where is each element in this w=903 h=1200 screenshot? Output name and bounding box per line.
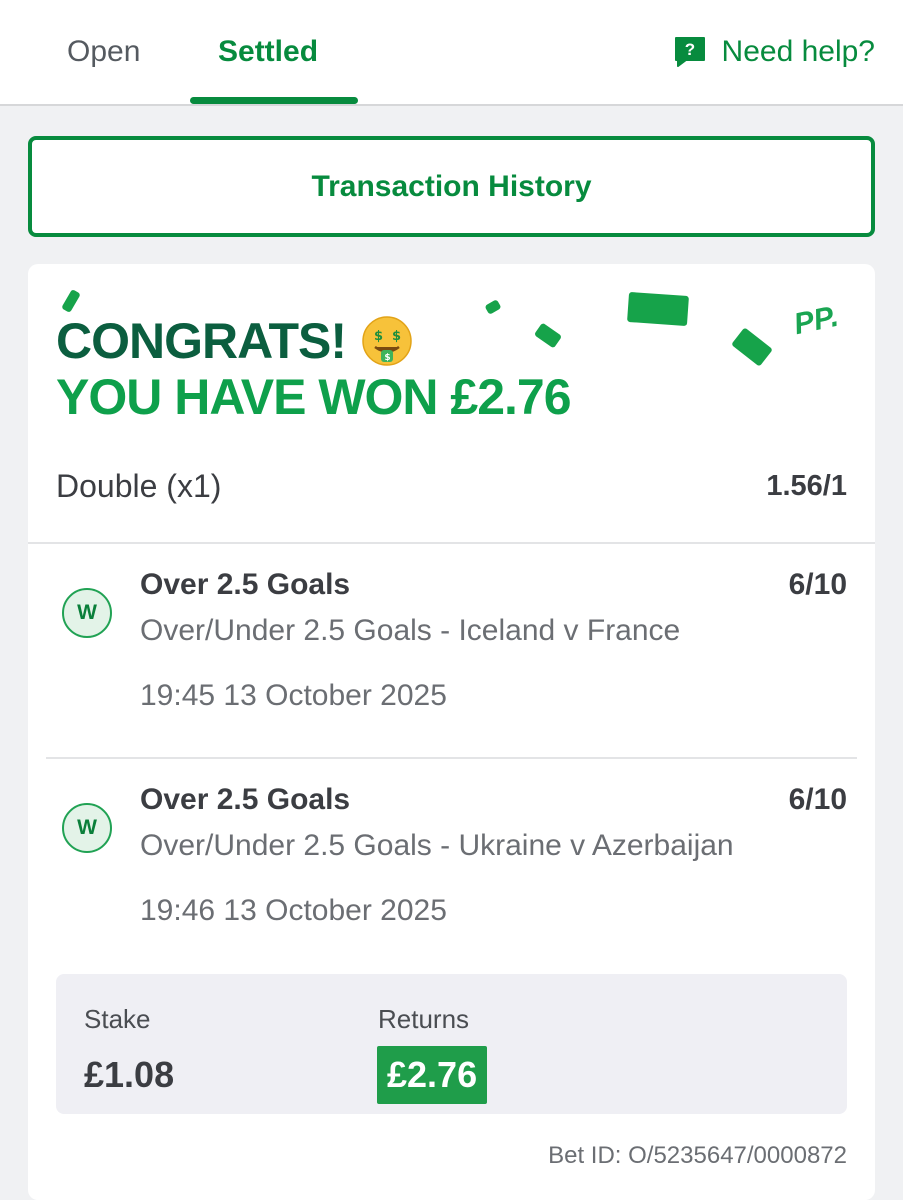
leg-market: Over/Under 2.5 Goals - Ukraine v Azerbai… (140, 829, 734, 862)
leg-odds: 6/10 (788, 783, 847, 816)
bet-leg: W Over 2.5 Goals 6/10 Over/Under 2.5 Goa… (28, 546, 875, 726)
win-status-badge: W (62, 803, 112, 853)
transaction-history-button[interactable]: Transaction History (28, 136, 875, 237)
returns-value: £2.76 (377, 1046, 488, 1104)
tab-open[interactable]: Open (67, 32, 140, 72)
bet-type-label: Double (x1) (56, 467, 222, 504)
money-confetti-icon (533, 322, 563, 349)
leg-odds: 6/10 (788, 568, 847, 601)
bet-card: PP. CONGRATS! $ $ $ YOU HAVE WON £2.76 D… (28, 264, 875, 1200)
top-tab-bar: Open Settled ? Need help? (0, 0, 903, 106)
svg-text:$: $ (384, 353, 390, 363)
money-confetti-icon (484, 299, 502, 315)
stake-label: Stake (84, 1004, 151, 1034)
congrats-text: CONGRATS! (56, 313, 347, 369)
help-chat-icon: ? (672, 34, 708, 70)
divider (46, 757, 857, 759)
win-banner: PP. CONGRATS! $ $ $ YOU HAVE WON £2.76 (28, 264, 875, 434)
leg-selection: Over 2.5 Goals (140, 783, 351, 816)
svg-text:$: $ (392, 329, 401, 344)
money-confetti-icon (731, 327, 773, 367)
bet-summary: Stake Returns £1.08 £2.76 (56, 974, 847, 1114)
bet-odds: 1.56/1 (766, 469, 847, 502)
divider (28, 542, 875, 544)
need-help-label: Need help? (721, 35, 875, 68)
need-help-link[interactable]: ? Need help? (672, 32, 875, 72)
stake-value: £1.08 (84, 1054, 175, 1095)
svg-text:$: $ (374, 329, 383, 344)
tab-settled[interactable]: Settled (218, 32, 318, 72)
returns-label: Returns (378, 1004, 470, 1034)
money-confetti-icon (61, 288, 81, 314)
congrats-heading: CONGRATS! $ $ $ (56, 314, 414, 368)
leg-time: 19:46 13 October 2025 (140, 894, 447, 927)
win-status-badge: W (62, 588, 112, 638)
brand-logo: PP. (790, 299, 842, 342)
bet-id: Bet ID: O/5235647/0000872 (548, 1142, 847, 1169)
leg-selection: Over 2.5 Goals (140, 568, 351, 601)
leg-market: Over/Under 2.5 Goals - Iceland v France (140, 614, 681, 647)
bet-leg: W Over 2.5 Goals 6/10 Over/Under 2.5 Goa… (28, 761, 875, 941)
won-amount-heading: YOU HAVE WON £2.76 (56, 369, 572, 425)
leg-time: 19:45 13 October 2025 (140, 679, 447, 712)
active-tab-indicator (190, 97, 358, 104)
money-mouth-face-icon: $ $ $ (360, 314, 414, 368)
svg-text:?: ? (684, 40, 694, 59)
settled-bets-content: Transaction History PP. CONGRATS! $ $ $ … (0, 108, 903, 1200)
money-confetti-icon (627, 291, 689, 327)
bet-type-row: Double (x1) 1.56/1 (56, 464, 847, 508)
